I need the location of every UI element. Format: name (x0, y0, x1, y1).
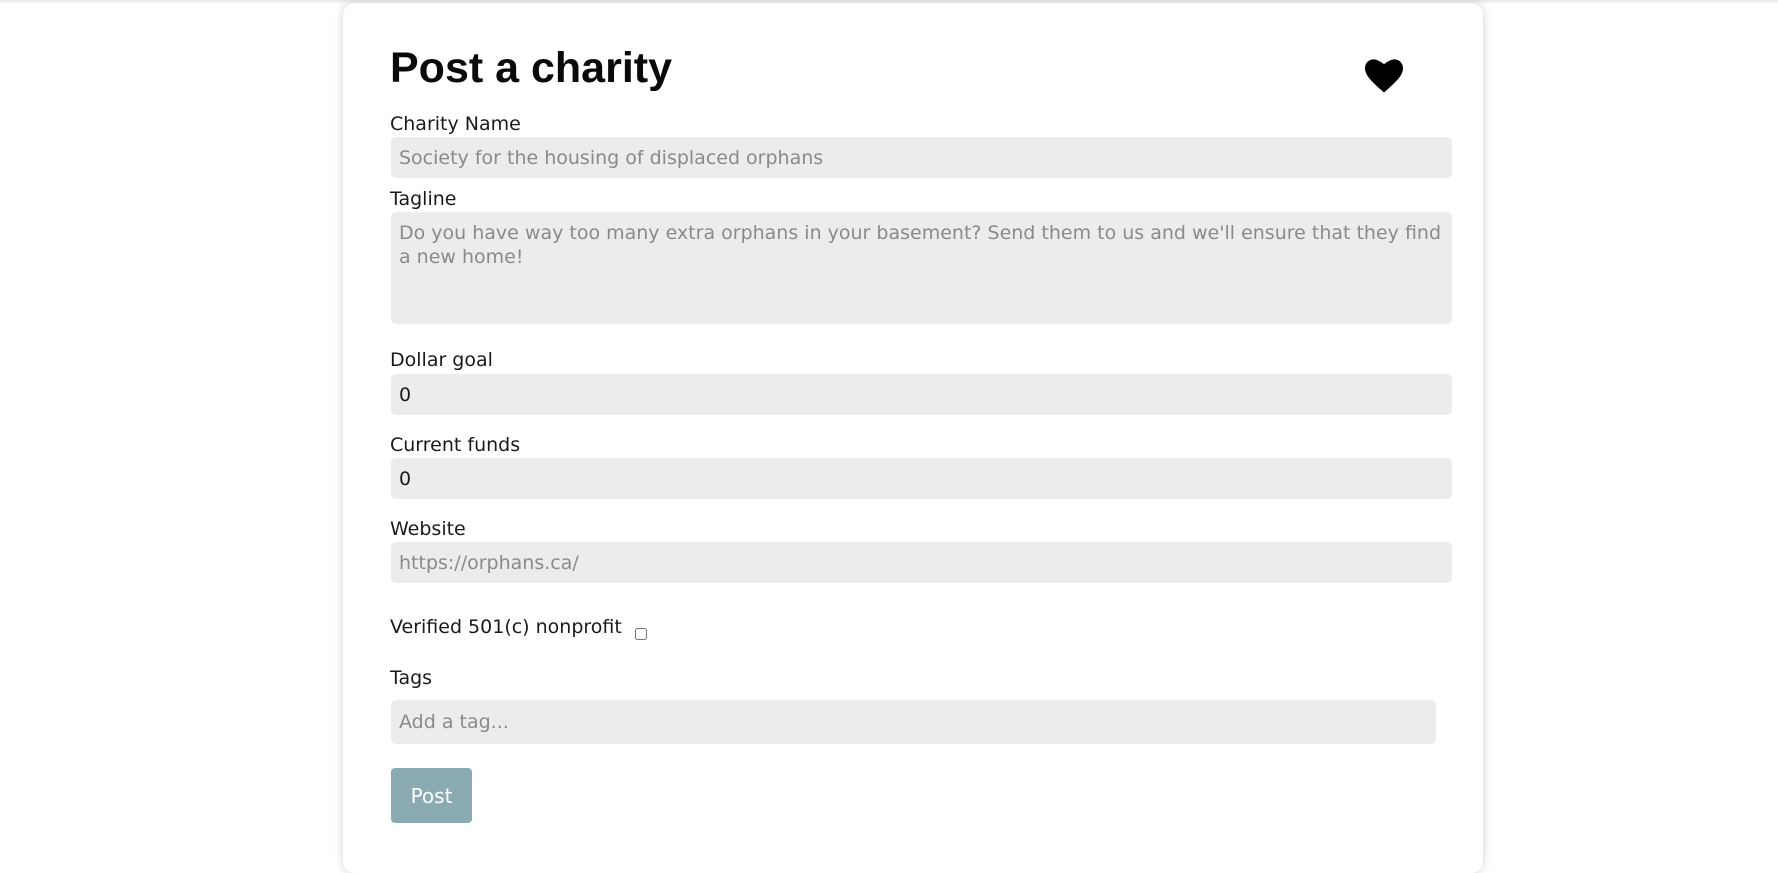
tags-input[interactable] (391, 700, 1436, 744)
tags-label: Tags (390, 667, 433, 689)
charity-name-input[interactable] (391, 137, 1452, 178)
current-funds-label: Current funds (390, 434, 521, 456)
verified-nonprofit-checkbox[interactable] (635, 628, 647, 640)
charity-name-label: Charity Name (390, 113, 521, 135)
current-funds-input[interactable] (391, 458, 1452, 499)
dollar-goal-label: Dollar goal (390, 349, 493, 371)
page-title: Post a charity (390, 44, 672, 92)
tagline-textarea[interactable] (391, 212, 1452, 324)
tagline-label: Tagline (390, 188, 457, 210)
post-button[interactable]: Post (391, 768, 472, 823)
heart-icon (1365, 59, 1403, 93)
verified-nonprofit-label: Verified 501(c) nonprofit (390, 616, 622, 638)
dollar-goal-input[interactable] (391, 374, 1452, 415)
post-charity-card: Post a charity Charity Name Tagline Doll… (343, 3, 1483, 873)
website-input[interactable] (391, 542, 1452, 583)
website-label: Website (390, 518, 466, 540)
